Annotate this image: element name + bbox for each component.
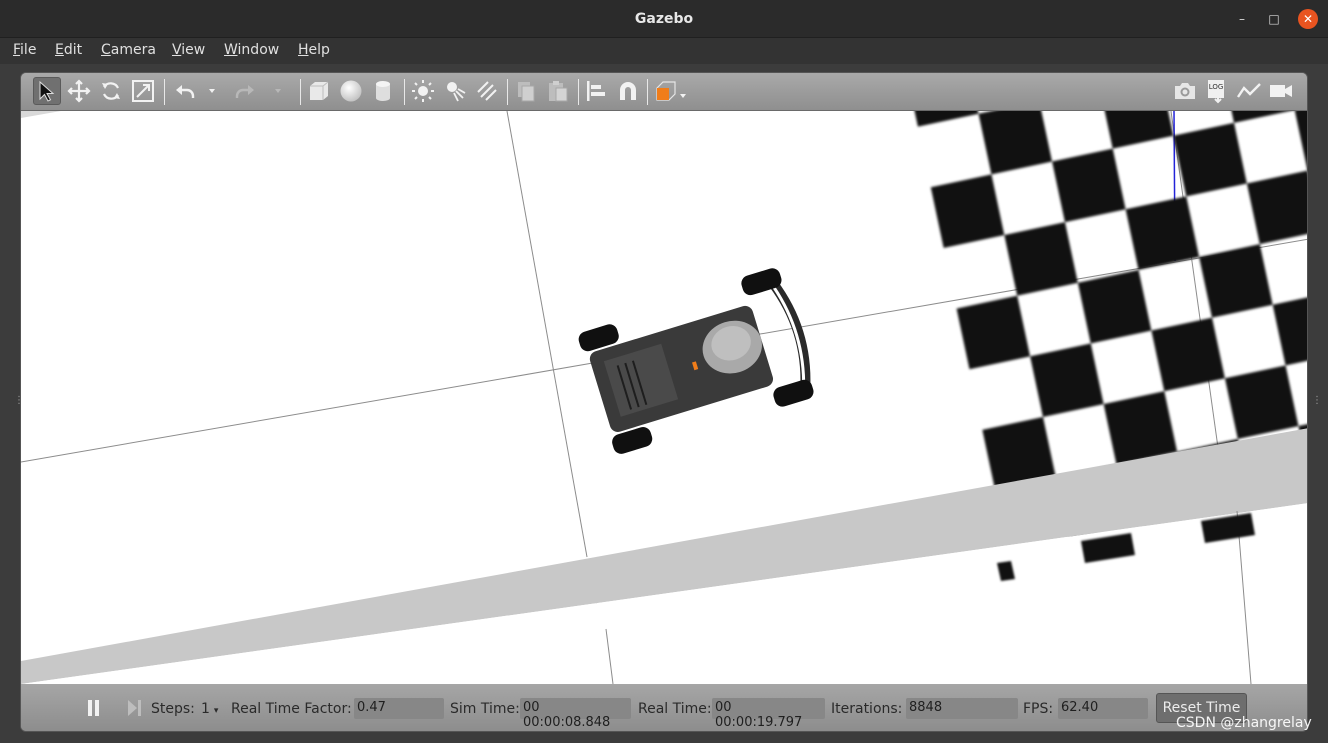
menu-edit[interactable]: Edit: [55, 42, 82, 58]
scene-render: [21, 111, 1307, 684]
menu-window[interactable]: Window: [224, 42, 279, 58]
menu-window-label: indow: [237, 42, 280, 58]
real-time-label: Real Time:: [638, 701, 712, 717]
pause-button[interactable]: [85, 698, 103, 718]
steps-dropdown-icon[interactable]: ▾: [214, 706, 219, 716]
sim-time-label: Sim Time:: [450, 701, 520, 717]
toolbar-separator: [300, 79, 301, 105]
steps-label: Steps:: [151, 701, 195, 717]
status-bar: Steps: 1 ▾ Real Time Factor: 0.47 Sim Tim…: [21, 684, 1307, 731]
pause-icon: [88, 700, 99, 716]
translate-icon[interactable]: [65, 77, 93, 105]
redo-dropdown-icon[interactable]: [269, 77, 287, 105]
log-icon-text: LOG: [1209, 83, 1224, 91]
steps-value: 1: [201, 701, 210, 717]
view-angle-icon[interactable]: [653, 77, 689, 105]
iterations-field: 8848: [906, 698, 1018, 719]
right-splitter-grip[interactable]: ⋮: [1312, 395, 1322, 413]
redo-icon[interactable]: [231, 77, 259, 105]
close-button[interactable]: ✕: [1298, 9, 1318, 29]
fps-label: FPS:: [1023, 701, 1054, 717]
menu-help[interactable]: Help: [298, 42, 330, 58]
toolbar-separator: [164, 79, 165, 105]
undo-icon[interactable]: [171, 77, 199, 105]
scene-viewport[interactable]: [21, 111, 1307, 684]
align-icon[interactable]: [582, 77, 610, 105]
video-record-icon[interactable]: [1267, 77, 1295, 105]
window-title: Gazebo: [634, 11, 694, 27]
menu-file[interactable]: File: [13, 42, 36, 58]
menu-view-mnemonic: V: [172, 42, 182, 58]
cylinder-icon[interactable]: [369, 77, 397, 105]
toolbar-separator: [578, 79, 579, 105]
menu-view[interactable]: View: [172, 42, 205, 58]
menu-camera[interactable]: Camera: [101, 42, 156, 58]
title-bar: Gazebo – □ ✕: [0, 0, 1328, 38]
menu-file-mnemonic: F: [13, 42, 21, 58]
toolbar: LOG: [21, 73, 1307, 111]
menu-camera-label: amera: [110, 42, 156, 58]
toolbar-separator: [507, 79, 508, 105]
menu-help-mnemonic: H: [298, 42, 309, 58]
toolbar-separator: [647, 79, 648, 105]
point-light-icon[interactable]: [409, 77, 437, 105]
sphere-icon[interactable]: [337, 77, 365, 105]
maximize-button[interactable]: □: [1264, 9, 1284, 29]
steps-spinbox[interactable]: 1 ▾: [201, 701, 218, 717]
minimize-button[interactable]: –: [1232, 9, 1252, 29]
main-frame: LOG Steps: 1 ▾ Real Time Factor: 0.47 Si…: [20, 72, 1308, 732]
left-splitter-grip[interactable]: ⋮: [14, 395, 24, 413]
directional-light-icon[interactable]: [473, 77, 501, 105]
iterations-label: Iterations:: [831, 701, 903, 717]
menu-help-label: elp: [308, 42, 330, 58]
select-icon[interactable]: [33, 77, 61, 105]
watermark: CSDN @zhangrelay: [1176, 715, 1312, 731]
menu-edit-label: dit: [63, 42, 83, 58]
menu-camera-mnemonic: C: [101, 42, 111, 58]
real-time-factor-label: Real Time Factor:: [231, 701, 352, 717]
rotate-icon[interactable]: [97, 77, 125, 105]
gazebo-window: Gazebo – □ ✕ File Edit Camera View Windo…: [0, 0, 1328, 743]
scale-icon[interactable]: [129, 77, 157, 105]
menu-edit-mnemonic: E: [55, 42, 64, 58]
real-time-factor-field: 0.47: [354, 698, 444, 719]
real-time-field: 00 00:00:19.797: [712, 698, 825, 730]
log-icon[interactable]: LOG: [1203, 77, 1231, 105]
spot-light-icon[interactable]: [441, 77, 469, 105]
toolbar-separator: [404, 79, 405, 105]
paste-icon[interactable]: [544, 77, 572, 105]
menu-file-label: ile: [20, 42, 37, 58]
menu-bar: File Edit Camera View Window Help: [0, 38, 1328, 64]
undo-dropdown-icon[interactable]: [203, 77, 221, 105]
step-button[interactable]: [125, 698, 143, 718]
step-icon: [128, 700, 141, 716]
plot-icon[interactable]: [1235, 77, 1263, 105]
menu-view-label: iew: [181, 42, 206, 58]
copy-icon[interactable]: [512, 77, 540, 105]
menu-window-mnemonic: W: [224, 42, 238, 58]
box-icon[interactable]: [305, 77, 333, 105]
fps-field: 62.40: [1058, 698, 1148, 719]
sim-time-field: 00 00:00:08.848: [520, 698, 631, 730]
snap-icon[interactable]: [614, 77, 642, 105]
screenshot-icon[interactable]: [1171, 77, 1199, 105]
